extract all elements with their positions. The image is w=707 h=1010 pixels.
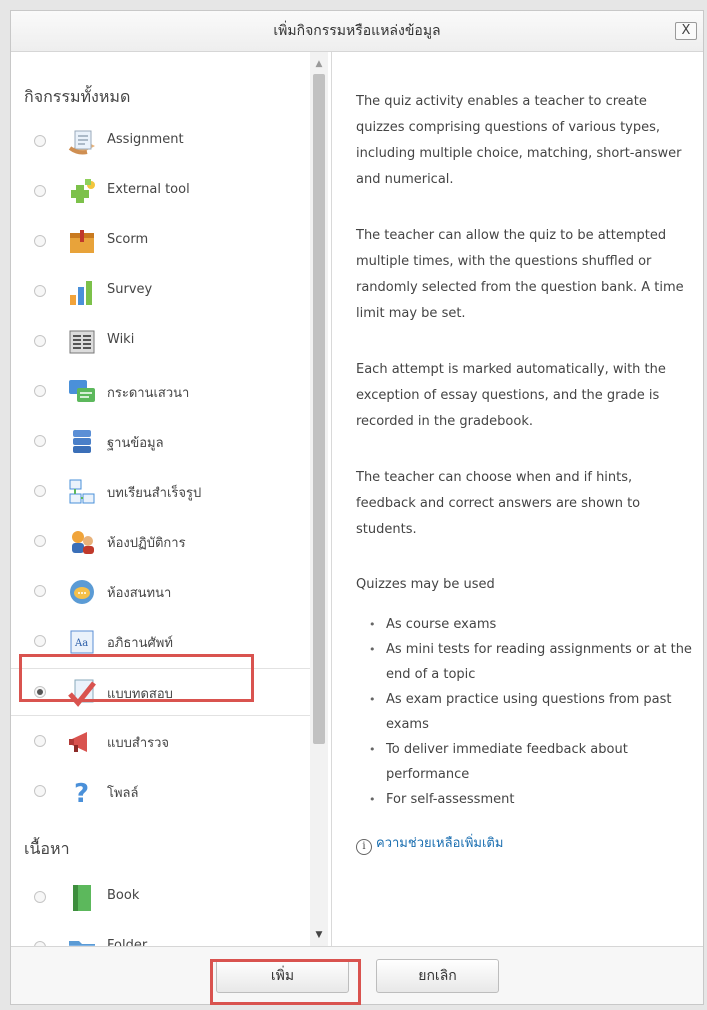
module-option-choice[interactable]: ? โพลล์ bbox=[11, 768, 310, 816]
module-label: โพลล์ bbox=[107, 786, 139, 801]
more-help-label[interactable]: ความช่วยเหลือเพิ่มเติม bbox=[376, 836, 503, 851]
module-label: อภิธานศัพท์ bbox=[107, 636, 173, 651]
module-option-glossary[interactable]: Aa อภิธานศัพท์ bbox=[11, 618, 310, 666]
scroll-up-arrow-icon[interactable]: ▲ bbox=[310, 56, 328, 72]
module-label: Wiki bbox=[107, 332, 135, 347]
dialog-titlebar: เพิ่มกิจกรรมหรือแหล่งข้อมูล X bbox=[11, 11, 703, 52]
help-bullet-item: To deliver immediate feedback about perf… bbox=[356, 737, 696, 787]
assignment-icon bbox=[67, 127, 97, 157]
forum-icon bbox=[67, 377, 97, 407]
module-radio[interactable] bbox=[34, 735, 46, 747]
module-label: External tool bbox=[107, 182, 190, 197]
module-option-scorm[interactable]: Scorm bbox=[11, 218, 310, 266]
module-radio[interactable] bbox=[34, 485, 46, 497]
more-help-link[interactable]: i ความช่วยเหลือเพิ่มเติม bbox=[356, 831, 503, 857]
info-icon: i bbox=[356, 839, 372, 855]
module-option-folder[interactable]: Folder bbox=[11, 924, 310, 947]
workshop-icon bbox=[67, 527, 97, 557]
module-option-book[interactable]: Book bbox=[11, 874, 310, 922]
help-bullet-list: As course exams As mini tests for readin… bbox=[356, 612, 696, 812]
svg-text:Aa: Aa bbox=[74, 638, 88, 649]
module-label: แบบสำรวจ bbox=[107, 736, 170, 751]
wiki-icon bbox=[67, 327, 97, 357]
module-option-quiz[interactable]: แบบทดสอบ bbox=[11, 668, 310, 716]
svg-text:?: ? bbox=[74, 779, 89, 807]
module-label: Scorm bbox=[107, 232, 149, 247]
dialog-title: เพิ่มกิจกรรมหรือแหล่งข้อมูล bbox=[273, 23, 441, 39]
feedback-icon bbox=[67, 727, 97, 757]
folder-icon bbox=[67, 933, 97, 947]
add-button[interactable]: เพิ่ม bbox=[216, 959, 349, 993]
module-option-lesson[interactable]: บทเรียนสำเร็จรูป bbox=[11, 468, 310, 516]
module-option-external-tool[interactable]: External tool bbox=[11, 168, 310, 216]
module-label: Survey bbox=[107, 282, 153, 297]
scrollbar-thumb[interactable] bbox=[313, 74, 325, 744]
module-radio[interactable] bbox=[34, 135, 46, 147]
module-option-workshop[interactable]: ห้องปฏิบัติการ bbox=[11, 518, 310, 566]
module-list-scrollbar[interactable]: ▲ ▼ bbox=[310, 52, 328, 947]
scorm-icon bbox=[67, 227, 97, 257]
module-help-panel: The quiz activity enables a teacher to c… bbox=[332, 52, 703, 947]
activities-heading: กิจกรรมทั้งหมด bbox=[24, 87, 131, 106]
module-list[interactable]: กิจกรรมทั้งหมด Assignment External tool Sc… bbox=[11, 52, 332, 947]
module-label: Book bbox=[107, 888, 140, 903]
module-label: บทเรียนสำเร็จรูป bbox=[107, 486, 202, 501]
module-option-database[interactable]: ฐานข้อมูล bbox=[11, 418, 310, 466]
module-option-assignment[interactable]: Assignment bbox=[11, 118, 310, 166]
module-option-wiki[interactable]: Wiki bbox=[11, 318, 310, 366]
resources-heading: เนื้อหา bbox=[24, 839, 70, 858]
module-radio[interactable] bbox=[34, 785, 46, 797]
scroll-down-arrow-icon[interactable]: ▼ bbox=[310, 927, 328, 943]
help-paragraph: Each attempt is marked automatically, wi… bbox=[356, 362, 666, 429]
dialog-footer: เพิ่ม ยกเลิก bbox=[11, 946, 703, 1004]
module-option-survey[interactable]: Survey bbox=[11, 268, 310, 316]
module-label: ห้องปฏิบัติการ bbox=[107, 536, 186, 551]
external-tool-icon bbox=[67, 177, 97, 207]
database-icon bbox=[67, 427, 97, 457]
close-button[interactable]: X bbox=[675, 22, 697, 40]
lesson-icon bbox=[67, 477, 97, 507]
glossary-icon: Aa bbox=[67, 627, 97, 657]
survey-icon bbox=[67, 277, 97, 307]
add-activity-dialog: เพิ่มกิจกรรมหรือแหล่งข้อมูล X กิจกรรมทั้… bbox=[10, 10, 704, 1005]
help-bullet-item: As exam practice using questions from pa… bbox=[356, 687, 696, 737]
choice-icon: ? bbox=[67, 777, 97, 807]
help-bullet-item: As course exams bbox=[356, 612, 696, 637]
dialog-body: กิจกรรมทั้งหมด Assignment External tool Sc… bbox=[11, 52, 703, 947]
help-paragraph: The teacher can choose when and if hints… bbox=[356, 470, 641, 537]
module-label: กระดานเสวนา bbox=[107, 386, 190, 401]
module-label: แบบทดสอบ bbox=[107, 687, 173, 702]
module-label: ห้องสนทนา bbox=[107, 586, 172, 601]
module-option-feedback[interactable]: แบบสำรวจ bbox=[11, 718, 310, 766]
module-radio[interactable] bbox=[34, 335, 46, 347]
module-radio[interactable] bbox=[34, 235, 46, 247]
module-option-forum[interactable]: กระดานเสวนา bbox=[11, 368, 310, 416]
module-label: Assignment bbox=[107, 132, 184, 147]
module-radio[interactable] bbox=[34, 686, 46, 698]
book-icon bbox=[67, 883, 97, 913]
chat-icon bbox=[67, 577, 97, 607]
module-radio[interactable] bbox=[34, 385, 46, 397]
module-radio[interactable] bbox=[34, 535, 46, 547]
module-radio[interactable] bbox=[34, 635, 46, 647]
help-bullet-item: As mini tests for reading assignments or… bbox=[356, 637, 696, 687]
module-radio[interactable] bbox=[34, 585, 46, 597]
help-paragraph: The quiz activity enables a teacher to c… bbox=[356, 94, 682, 187]
module-radio[interactable] bbox=[34, 285, 46, 297]
module-radio[interactable] bbox=[34, 185, 46, 197]
module-radio[interactable] bbox=[34, 435, 46, 447]
cancel-button[interactable]: ยกเลิก bbox=[376, 959, 499, 993]
module-option-chat[interactable]: ห้องสนทนา bbox=[11, 568, 310, 616]
module-label: ฐานข้อมูล bbox=[107, 436, 164, 451]
help-bullet-item: For self-assessment bbox=[356, 787, 696, 812]
help-paragraph: The teacher can allow the quiz to be att… bbox=[356, 228, 684, 321]
quiz-icon bbox=[67, 678, 97, 708]
help-paragraph: Quizzes may be used bbox=[356, 577, 495, 592]
module-radio[interactable] bbox=[34, 891, 46, 903]
